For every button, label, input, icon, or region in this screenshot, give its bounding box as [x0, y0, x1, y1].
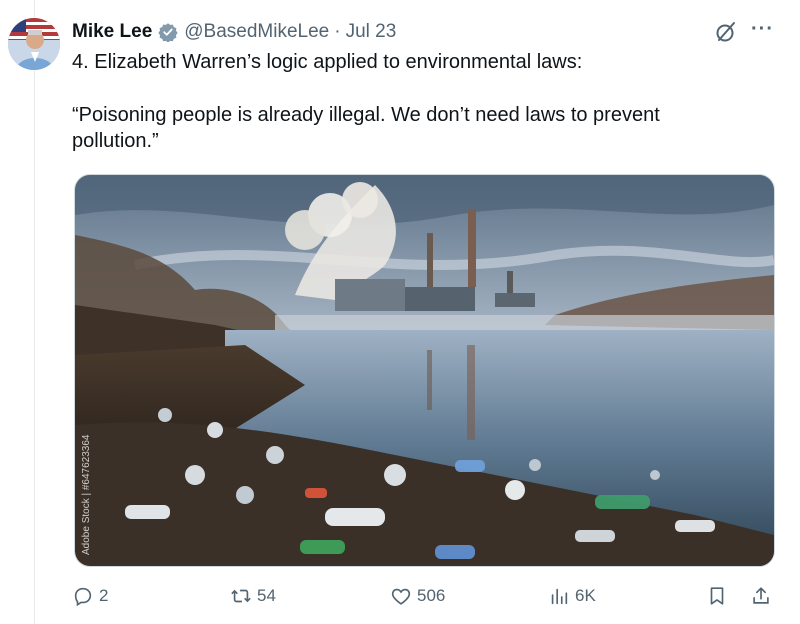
share-button[interactable] — [750, 582, 777, 610]
more-icon[interactable]: ··· — [751, 19, 773, 42]
tweet-date[interactable]: Jul 23 — [346, 21, 397, 43]
pollution-photo: Adobe Stock | #647623364 — [75, 175, 774, 566]
share-icon — [753, 587, 769, 604]
reply-button[interactable]: 2 — [72, 582, 108, 610]
like-icon — [391, 588, 411, 605]
verified-badge-icon — [158, 23, 178, 42]
tweet-text-line1: 4. Elizabeth Warren’s logic applied to e… — [72, 51, 583, 73]
tweet-actions: 2 54 506 6K — [72, 582, 782, 610]
like-count: 506 — [417, 586, 446, 605]
repost-icon — [231, 589, 251, 603]
separator-dot: · — [334, 21, 341, 42]
views-icon — [551, 588, 568, 605]
tweet-image[interactable]: Adobe Stock | #647623364 — [74, 174, 775, 567]
handle[interactable]: @BasedMikeLee — [184, 21, 329, 43]
tweet-header: Mike Lee @BasedMikeLee · Jul 23 — [72, 18, 800, 46]
avatar-image — [8, 18, 60, 70]
display-name[interactable]: Mike Lee — [72, 21, 152, 43]
avatar[interactable] — [8, 18, 60, 70]
like-button[interactable]: 506 — [390, 582, 445, 610]
reply-icon — [74, 587, 92, 607]
bookmark-button[interactable] — [706, 582, 733, 610]
reply-count: 2 — [99, 586, 109, 605]
thread-line — [34, 0, 35, 624]
grok-icon[interactable] — [714, 20, 738, 44]
repost-count: 54 — [257, 586, 276, 605]
views-button[interactable]: 6K — [548, 582, 596, 610]
tweet-text-line2: “Poisoning people is already illegal. We… — [72, 104, 660, 152]
views-count: 6K — [575, 586, 596, 605]
repost-button[interactable]: 54 — [230, 582, 276, 610]
bookmark-icon — [710, 587, 724, 605]
image-watermark: Adobe Stock | #647623364 — [81, 434, 92, 555]
